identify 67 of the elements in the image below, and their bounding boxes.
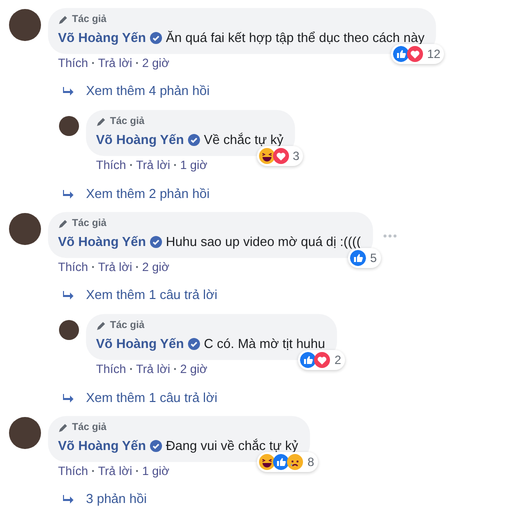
more-replies-link[interactable]: Xem thêm 1 câu trả lời	[86, 285, 218, 305]
pencil-icon	[96, 116, 106, 126]
comment-time[interactable]: 1 giờ	[142, 463, 170, 479]
avatar-placeholder[interactable]	[9, 213, 41, 245]
author-name[interactable]: Võ Hoàng Yến	[96, 335, 184, 353]
action-link[interactable]: Trả lời	[98, 259, 132, 275]
more-replies-link[interactable]: Xem thêm 2 phản hồi	[86, 184, 210, 204]
reaction-summary[interactable]: 5	[348, 248, 381, 268]
author-name[interactable]: Võ Hoàng Yến	[96, 131, 184, 149]
action-link[interactable]: Thích	[58, 55, 88, 71]
like-icon	[300, 352, 316, 368]
pencil-icon	[58, 422, 68, 432]
action-link[interactable]: Thích	[96, 361, 126, 377]
reaction-count: 2	[334, 352, 342, 369]
reaction-summary[interactable]: 12	[391, 44, 444, 64]
comment-time[interactable]: 2 giờ	[180, 361, 208, 377]
reply-arrow-icon	[63, 494, 74, 504]
avatar-placeholder[interactable]	[59, 320, 79, 340]
author-label: Tác giả	[110, 319, 144, 332]
more-replies-link[interactable]: Xem thêm 1 câu trả lời	[86, 388, 218, 408]
comment-text: Huhu sao up video mờ quá dị :((((	[166, 233, 361, 251]
reaction-summary[interactable]: 8	[257, 452, 318, 472]
action-link[interactable]: Thích	[58, 463, 88, 479]
reply-arrow-icon	[63, 394, 74, 402]
avatar-placeholder[interactable]	[59, 116, 79, 136]
comment-text: C có. Mà mờ tịt huhu	[204, 335, 326, 353]
comment-text: Ăn quá fai kết hợp tập thể dục theo cách này	[166, 29, 424, 47]
comment-time[interactable]: 2 giờ	[142, 55, 170, 71]
pencil-icon	[58, 14, 68, 24]
author-label: Tác giả	[110, 115, 144, 128]
laughing-face-icon	[258, 148, 275, 164]
comment-text: Đang vui về chắc tự kỷ	[166, 437, 298, 455]
comment-time[interactable]: 1 giờ	[180, 157, 208, 173]
more-replies-link[interactable]: 3 phản hồi	[86, 489, 147, 509]
reply-arrow-icon	[63, 86, 74, 96]
pencil-icon	[58, 218, 68, 228]
reply-arrow-icon	[63, 190, 74, 198]
like-icon	[273, 454, 290, 470]
action-link[interactable]: Trả lời	[136, 157, 170, 173]
pencil-icon	[96, 320, 106, 330]
laughing-face-icon	[259, 454, 276, 470]
comment-text: Về chắc tự kỷ	[204, 131, 284, 149]
author-label: Tác giả	[72, 421, 106, 434]
action-link[interactable]: Thích	[96, 157, 126, 173]
like-icon	[350, 250, 366, 266]
reaction-summary[interactable]: 3	[256, 146, 304, 166]
avatar-placeholder[interactable]	[9, 9, 41, 41]
reaction-count: 3	[292, 148, 300, 165]
avatar-placeholder[interactable]	[9, 417, 41, 449]
comment-time[interactable]: 2 giờ	[142, 259, 170, 275]
reaction-count: 12	[427, 46, 440, 63]
action-link[interactable]: Trả lời	[136, 361, 170, 377]
more-replies-link[interactable]: Xem thêm 4 phản hồi	[86, 81, 210, 101]
author-name[interactable]: Võ Hoàng Yến	[58, 233, 146, 251]
action-link[interactable]: Trả lời	[98, 55, 132, 71]
crying-face-icon	[287, 454, 304, 470]
author-name[interactable]: Võ Hoàng Yến	[58, 29, 146, 47]
action-link[interactable]: Trả lời	[98, 463, 132, 479]
reaction-summary[interactable]: 2	[298, 350, 346, 370]
author-label: Tác giả	[72, 217, 106, 230]
like-icon	[393, 46, 410, 62]
reply-arrow-icon	[63, 290, 74, 300]
author-name[interactable]: Võ Hoàng Yến	[58, 437, 146, 455]
action-link[interactable]: Thích	[58, 259, 88, 275]
reaction-count: 8	[307, 454, 314, 471]
author-label: Tác giả	[72, 13, 106, 26]
reaction-count: 5	[370, 250, 377, 267]
